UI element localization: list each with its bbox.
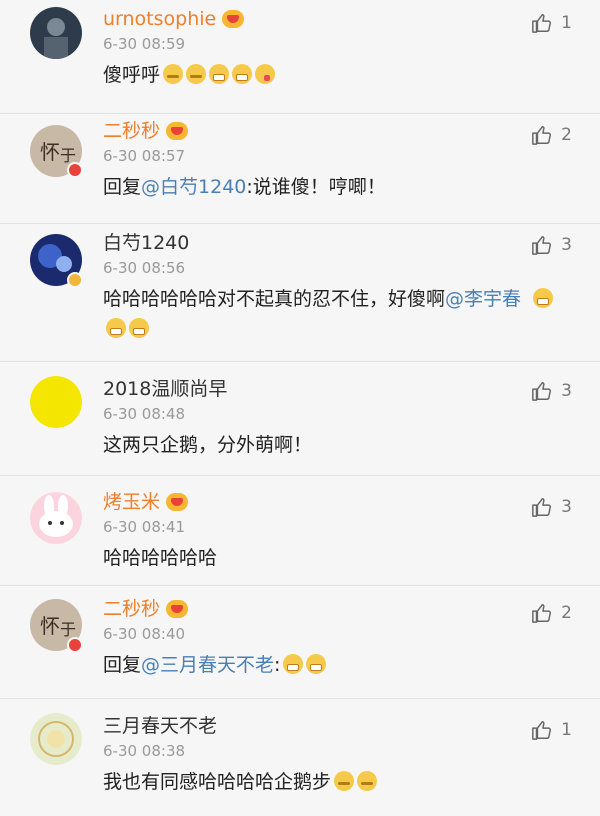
timestamp: 6-30 08:40	[103, 625, 186, 643]
timestamp: 6-30 08:41	[103, 518, 186, 536]
mention-link[interactable]: @白芍1240	[141, 176, 246, 198]
grin-emoji-icon	[283, 654, 304, 674]
timestamp: 6-30 08:56	[103, 259, 186, 277]
laugh-emoji-icon	[533, 288, 554, 308]
comment-item: 怀于 二秒秒 6-30 08:40 回复@三月春天不老: 2	[0, 586, 600, 699]
svg-text:怀: 怀	[40, 140, 60, 164]
like-count: 3	[561, 381, 572, 401]
username[interactable]: 白芍1240	[103, 230, 189, 256]
comment-item: 三月春天不老 6-30 08:38 我也有同感哈哈哈哈企鹅步 1	[0, 699, 600, 816]
like-count: 3	[561, 235, 572, 255]
tearful-laugh-emoji-icon	[163, 64, 184, 84]
verified-badge-icon	[67, 162, 83, 178]
comment-text: 哈哈哈哈哈哈	[103, 547, 218, 569]
grin-emoji-icon	[209, 64, 230, 84]
like-count: 3	[561, 497, 572, 517]
username[interactable]: 二秒秒	[103, 118, 160, 144]
like-button[interactable]: 1	[531, 719, 572, 741]
comment-text: 傻呼呼	[103, 60, 600, 90]
thumbs-up-icon	[532, 721, 552, 740]
vip-crown-icon	[166, 600, 189, 618]
timestamp: 6-30 08:48	[103, 405, 186, 423]
verified-badge-icon	[67, 637, 83, 653]
like-count: 1	[561, 720, 572, 740]
tongue-emoji-icon	[255, 64, 276, 84]
like-count: 2	[561, 603, 572, 623]
mention-link[interactable]: @李宇春	[445, 288, 521, 310]
comment-item: 2018温顺尚早 6-30 08:48 这两只企鹅，分外萌啊！ 3	[0, 362, 600, 476]
verified-badge-icon	[67, 272, 83, 288]
like-button[interactable]: 2	[531, 124, 572, 146]
thumbs-up-icon	[532, 604, 552, 623]
thumbs-up-icon	[532, 236, 552, 255]
comment-text: 我也有同感哈哈哈哈企鹅步	[103, 767, 600, 797]
like-button[interactable]: 3	[531, 234, 572, 256]
comment-item: 怀于 二秒秒 6-30 08:57 回复@白芍1240:说谁傻！哼唧！ 2	[0, 114, 600, 224]
like-button[interactable]: 3	[531, 380, 572, 402]
grin-emoji-icon	[232, 64, 253, 84]
avatar[interactable]	[30, 7, 82, 59]
timestamp: 6-30 08:59	[103, 35, 186, 53]
laugh-emoji-icon	[129, 318, 149, 338]
comment-text: 回复@三月春天不老:	[103, 650, 600, 680]
grin-emoji-icon	[306, 654, 327, 674]
tearful-laugh-emoji-icon	[357, 771, 378, 791]
comment-text: 这两只企鹅，分外萌啊！	[103, 434, 313, 456]
comment-item: 烤玉米 6-30 08:41 哈哈哈哈哈哈 3	[0, 476, 600, 586]
tearful-laugh-emoji-icon	[334, 771, 355, 791]
thumbs-up-icon	[532, 126, 552, 145]
username[interactable]: 二秒秒	[103, 596, 160, 622]
thumbs-up-icon	[532, 14, 552, 33]
username[interactable]: urnotsophie	[103, 6, 216, 32]
username[interactable]: 2018温顺尚早	[103, 376, 227, 402]
timestamp: 6-30 08:38	[103, 742, 186, 760]
like-count: 1	[561, 13, 572, 33]
username[interactable]: 烤玉米	[103, 489, 160, 515]
comment-text: 回复@白芍1240:说谁傻！哼唧！	[103, 176, 386, 198]
mention-link[interactable]: @三月春天不老	[141, 654, 274, 676]
comment-item: 白芍1240 6-30 08:56 哈哈哈哈哈哈对不起真的忍不住，好傻啊@李宇春…	[0, 224, 600, 362]
tearful-laugh-emoji-icon	[186, 64, 207, 84]
thumbs-up-icon	[532, 498, 552, 517]
comment-text: 哈哈哈哈哈哈对不起真的忍不住，好傻啊@李宇春	[103, 284, 600, 344]
like-button[interactable]: 2	[531, 602, 572, 624]
like-button[interactable]: 3	[531, 496, 572, 518]
vip-crown-icon	[222, 10, 245, 28]
thumbs-up-icon	[532, 382, 552, 401]
avatar[interactable]	[30, 713, 82, 765]
svg-text:怀: 怀	[40, 614, 60, 638]
vip-crown-icon	[166, 122, 189, 140]
comment-item: urnotsophie 6-30 08:59 傻呼呼 1	[0, 0, 600, 114]
vip-crown-icon	[166, 493, 189, 511]
username[interactable]: 三月春天不老	[103, 713, 217, 739]
avatar[interactable]	[30, 492, 82, 544]
comment-list: urnotsophie 6-30 08:59 傻呼呼 1 怀于 二秒秒 6-30…	[0, 0, 600, 816]
laugh-emoji-icon	[106, 318, 126, 338]
like-button[interactable]: 1	[531, 12, 572, 34]
avatar[interactable]	[30, 376, 82, 428]
like-count: 2	[561, 125, 572, 145]
timestamp: 6-30 08:57	[103, 147, 186, 165]
